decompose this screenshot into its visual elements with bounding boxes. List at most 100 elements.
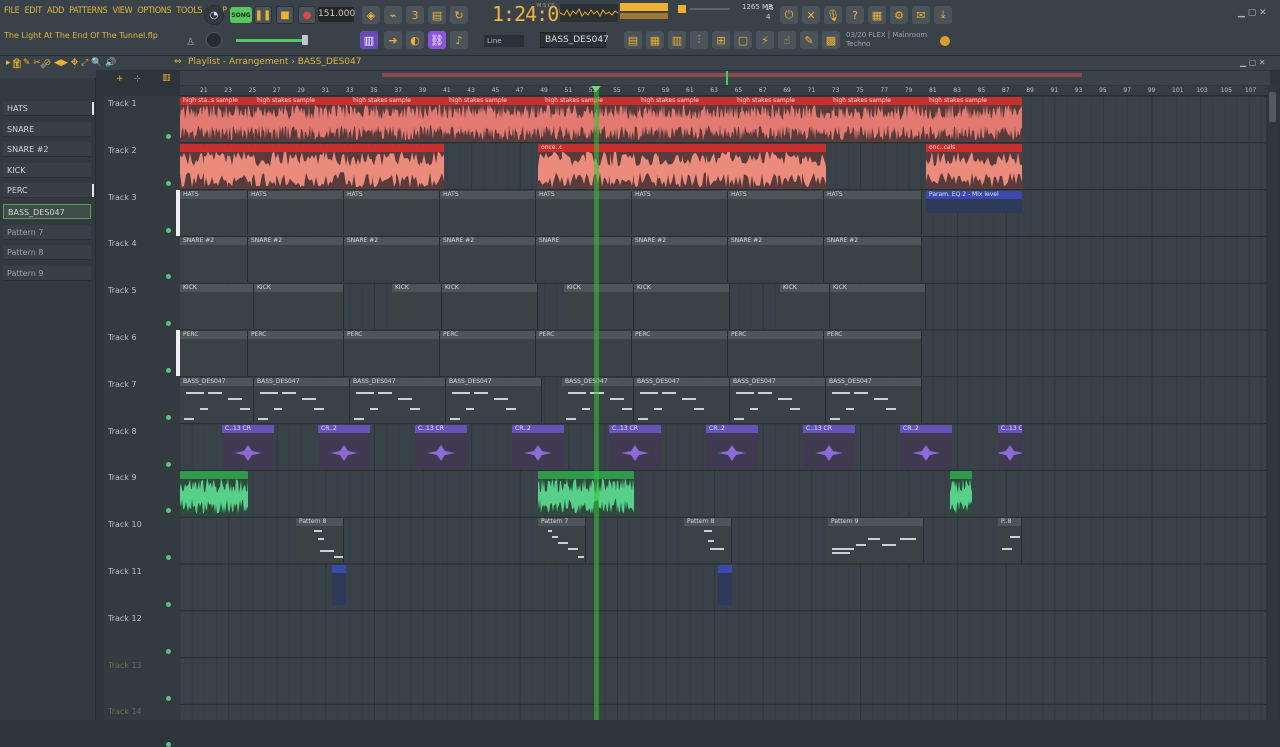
playlist-clip[interactable]: BASS_DES047	[634, 377, 730, 423]
playlist-clip[interactable]	[204, 143, 228, 189]
chat-icon[interactable]: ✉	[912, 6, 930, 24]
track-label[interactable]: Track 12	[108, 614, 142, 623]
playlist-clip[interactable]: SNARE #2	[344, 237, 440, 283]
metronome-icon[interactable]: ◈	[362, 6, 380, 24]
channel-perc[interactable]: PERC	[3, 183, 94, 199]
playlist-window-controls[interactable]: ▁ ▢ ✕	[1240, 58, 1266, 67]
menu-options[interactable]: OPTIONS	[137, 6, 171, 16]
playlist-clip[interactable]: C..13 CR	[998, 424, 1022, 469]
help-icon[interactable]: ?	[846, 6, 864, 24]
download-icon[interactable]: ⤓	[934, 6, 952, 24]
playlist-clip[interactable]: KICK	[564, 284, 634, 329]
channel-pattern-8[interactable]: Pattern 8	[3, 245, 91, 261]
playlist-clip[interactable]	[180, 471, 248, 516]
playlist-clip[interactable]: high stakes sample	[350, 97, 446, 142]
playlist-clip[interactable]	[372, 143, 396, 189]
playlist-clip[interactable]: KICK	[830, 284, 926, 329]
playlist-clip[interactable]	[610, 143, 634, 189]
piano-roll-icon[interactable]: ▥	[360, 31, 378, 49]
track-mute-led[interactable]	[166, 742, 171, 747]
blend-notes-icon[interactable]: ▤	[428, 6, 446, 24]
track-label[interactable]: Track 8	[108, 427, 137, 436]
playlist-clip[interactable]: BASS_DES047	[826, 377, 922, 423]
playlist-clip[interactable]: BASS_DES047	[446, 377, 542, 423]
playlist-clip[interactable]: SNARE	[536, 237, 632, 283]
playlist-clip[interactable]: SNARE #2	[248, 237, 344, 283]
playlist-clip[interactable]: SNARE #2	[632, 237, 728, 283]
playlist-clip[interactable]: high stakes sample	[734, 97, 830, 142]
pattern-selector[interactable]: BASS_DES047	[540, 32, 609, 48]
track-label[interactable]: Track 4	[108, 239, 137, 248]
main-volume-slider[interactable]	[236, 39, 304, 42]
menu-add[interactable]: ADD	[47, 6, 64, 16]
playlist-clip[interactable]	[276, 143, 300, 189]
playlist-clip[interactable]: Pattern 8	[684, 518, 732, 563]
playlist-clip[interactable]: KICK	[780, 284, 830, 329]
playlist-clip[interactable]: SNARE #2	[440, 237, 536, 283]
track-options-icon[interactable]: ⊹	[134, 74, 141, 83]
mixer-sliders-icon[interactable]: ⫶	[690, 31, 708, 49]
playlist-clip[interactable]: SNARE #2	[180, 237, 248, 283]
playlist-clip[interactable]: PERC	[180, 331, 248, 376]
playlist-clip[interactable]: BASS_DES047	[730, 377, 826, 423]
arrow-icon[interactable]: ➜	[384, 31, 402, 49]
menu-patterns[interactable]: PATTERNS	[69, 6, 108, 16]
track-mute-led[interactable]	[166, 274, 171, 280]
playlist-clip[interactable]	[300, 143, 324, 189]
track-mute-led[interactable]	[166, 414, 171, 420]
playlist-clip[interactable]	[396, 143, 420, 189]
playlist-clip[interactable]: KICK	[634, 284, 730, 329]
track-label[interactable]: Track 6	[108, 333, 137, 342]
track-label[interactable]: Track 13	[108, 661, 142, 670]
playlist-clip[interactable]: KICK	[180, 284, 254, 329]
playlist-clip[interactable]: high stakes sample	[254, 97, 350, 142]
bell-icon[interactable]: ♪	[450, 31, 468, 49]
track-label[interactable]: Track 7	[108, 380, 137, 389]
playlist-clip[interactable]: PERC	[248, 331, 344, 376]
playlist-clip[interactable]	[252, 143, 276, 189]
track-mute-led[interactable]	[166, 227, 171, 233]
playlist-clip[interactable]: PERC	[632, 331, 728, 376]
playlist-clip[interactable]: KICK	[254, 284, 344, 329]
channel-pattern-9[interactable]: Pattern 9	[3, 265, 91, 281]
add-track-icon[interactable]: +	[116, 74, 124, 84]
step-sequencer-icon[interactable]: ▦	[646, 31, 664, 49]
wait-input-icon[interactable]: ⌁	[384, 6, 402, 24]
track-label[interactable]: Track 2	[108, 146, 137, 155]
playlist-clip[interactable]	[778, 143, 802, 189]
playlist-clip[interactable]: BASS_DES047	[350, 377, 446, 423]
playlist-clip[interactable]: KICK	[442, 284, 538, 329]
bug-icon[interactable]: ✎	[800, 31, 818, 49]
playlist-clip[interactable]: onc..cals	[926, 143, 974, 189]
tempo-display[interactable]: 151.000	[318, 7, 355, 22]
window-controls[interactable]: ▁ ▢ ✕	[1238, 8, 1267, 18]
playlist-clip[interactable]: CR..2	[706, 424, 758, 469]
playhead[interactable]	[594, 86, 599, 720]
playlist-clip[interactable]: CR..2	[512, 424, 564, 469]
track-mute-led[interactable]	[166, 180, 171, 186]
playlist-clip[interactable]: PERC	[440, 331, 536, 376]
playlist-clip[interactable]: high stakes sample	[830, 97, 926, 142]
playlist-clip[interactable]: BASS_DES047	[254, 377, 350, 423]
playlist-clip[interactable]: high stakes sample	[446, 97, 542, 142]
main-pitch-knob[interactable]	[206, 32, 222, 48]
playlist-clip[interactable]: HATS	[728, 190, 824, 236]
track-label[interactable]: Track 9	[108, 473, 137, 482]
playlist-clip[interactable]: C..13 CR	[803, 424, 855, 469]
playlist-clip[interactable]: CR..2	[318, 424, 370, 469]
track-label[interactable]: Track 14	[108, 707, 142, 716]
piano-icon[interactable]: ▥	[668, 31, 686, 49]
playlist-clip[interactable]	[228, 143, 252, 189]
playlist-clip[interactable]	[324, 143, 348, 189]
playlist-tool-icons[interactable]: ▸ ⚲ ✎ ✂ ⊘ ◀▶ ✥ ⤢ 🔍 🔊	[6, 58, 116, 68]
song-position-display[interactable]: 1:24:09	[492, 2, 570, 26]
playlist-clip[interactable]	[348, 143, 372, 189]
playlist-icon[interactable]: ▤	[624, 31, 642, 49]
globe-icon[interactable]	[940, 36, 950, 46]
overview-timeline[interactable]	[180, 71, 1270, 85]
playlist-clip[interactable]: HATS	[248, 190, 344, 236]
vertical-scrollbar-thumb[interactable]	[1269, 92, 1276, 122]
shop-icon[interactable]: ▩	[822, 31, 840, 49]
record-button[interactable]: ●	[298, 6, 316, 24]
track-label[interactable]: Track 10	[108, 520, 142, 529]
